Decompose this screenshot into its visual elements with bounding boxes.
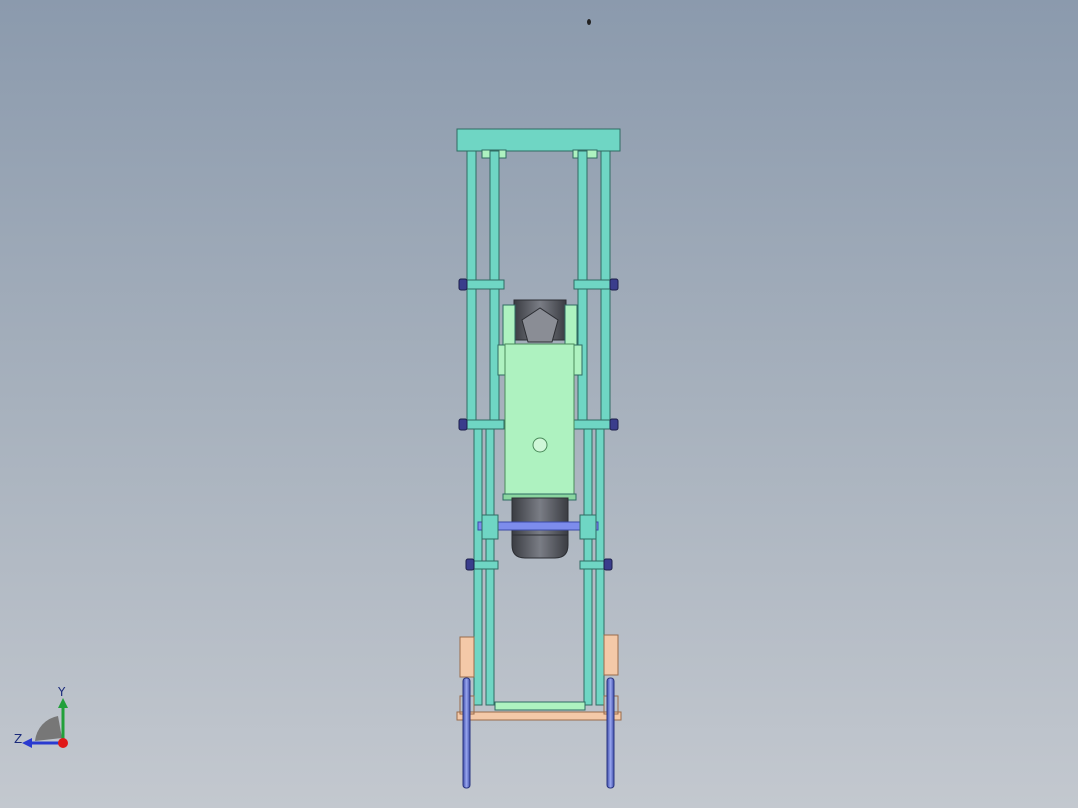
motor-bracket-left bbox=[502, 304, 516, 346]
bolt-icon bbox=[609, 418, 619, 431]
foot-sensor-left bbox=[459, 636, 475, 678]
leg-right[interactable] bbox=[606, 677, 615, 789]
joint-bar-mid-left bbox=[461, 419, 505, 430]
y-axis-arrow-icon bbox=[58, 698, 68, 708]
axis-triad: Y Z bbox=[14, 686, 68, 748]
robot-assembly[interactable] bbox=[456, 128, 622, 789]
z-axis-arrow-icon bbox=[22, 738, 32, 748]
body-center-hole bbox=[532, 437, 548, 453]
top-plate[interactable] bbox=[456, 128, 621, 152]
axle-hub-right bbox=[579, 514, 597, 540]
mid-bracket-right bbox=[573, 344, 583, 376]
bottom-crossbar[interactable] bbox=[494, 701, 586, 711]
bolt-icon bbox=[458, 278, 468, 291]
triad-arc bbox=[35, 716, 62, 741]
x-axis-dot-icon bbox=[58, 738, 68, 748]
bolt-icon bbox=[465, 558, 475, 571]
stray-point bbox=[587, 19, 591, 25]
y-axis-label: Y bbox=[57, 686, 66, 699]
axle-hub-left bbox=[481, 514, 499, 540]
bolt-icon bbox=[603, 558, 613, 571]
main-body-block[interactable] bbox=[504, 343, 575, 497]
joint-bar-upper-left bbox=[461, 279, 505, 290]
foot-plate[interactable] bbox=[456, 711, 622, 721]
foot-sensor-right bbox=[603, 634, 619, 676]
bolt-icon bbox=[458, 418, 468, 431]
bolt-icon bbox=[609, 278, 619, 291]
motor-bracket-right bbox=[564, 304, 578, 346]
model-viewport[interactable] bbox=[0, 0, 1078, 808]
leg-left[interactable] bbox=[462, 677, 471, 789]
z-axis-label: Z bbox=[14, 732, 22, 746]
